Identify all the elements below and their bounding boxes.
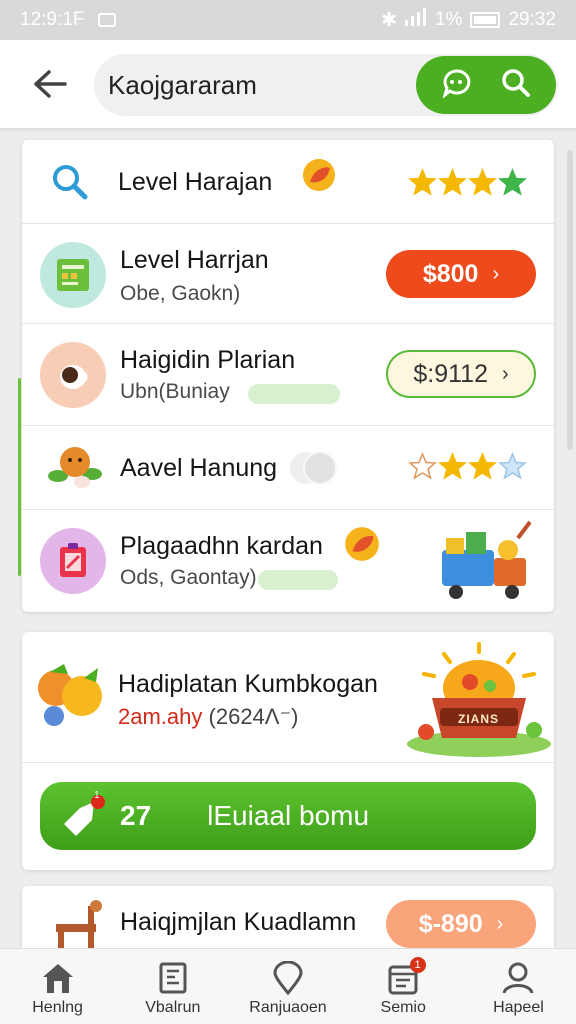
list-item[interactable]: Aavel Hanung: [22, 426, 554, 510]
bonus-count: 27: [120, 800, 152, 831]
dog-avatar-icon: [48, 447, 102, 488]
coffee-cup-icon: [60, 365, 88, 389]
scroll-indicator: [18, 378, 21, 576]
list-item-title: Level Harajan: [118, 168, 273, 196]
star-icon: [468, 452, 497, 480]
chat-bubble-icon: [442, 68, 471, 99]
nav-item-book[interactable]: Vbalrun: [115, 949, 230, 1024]
list-item[interactable]: Level Harajan: [22, 140, 554, 224]
bonus-button[interactable]: 1 27 lEuiaal bomu: [40, 782, 536, 850]
nav-badge: 1: [409, 957, 426, 973]
nav-label: Semio: [380, 999, 426, 1016]
arrow-left-icon: [34, 70, 67, 98]
promo-date: 2am.ahy: [118, 704, 203, 729]
fruit-basket-illustration: [407, 642, 551, 757]
star-icon: [498, 168, 527, 196]
nav-item-calendar[interactable]: 1 Semio: [346, 949, 461, 1024]
nav-item-location[interactable]: Ranjuaoen: [230, 949, 345, 1024]
list-item[interactable]: Plagaadhn kardan Ods, Gaontay): [22, 510, 554, 612]
price-button[interactable]: $-890 ›: [386, 900, 536, 948]
status-clock: 29:32: [508, 9, 556, 30]
book-icon: [159, 962, 187, 994]
promo-title: Hadiplatan Kumbkogan: [118, 670, 378, 698]
star-icon: [468, 168, 497, 196]
price-button[interactable]: $800 ›: [386, 250, 536, 298]
home-icon: [42, 964, 73, 993]
search-icon: [53, 165, 88, 200]
megaphone-icon: [64, 795, 105, 836]
nav-item-home[interactable]: Henlng: [0, 949, 115, 1024]
price-button[interactable]: $:9112 ›: [386, 350, 536, 398]
nav-item-profile[interactable]: Hapeel: [461, 949, 576, 1024]
bonus-label: lEuiaal bomu: [207, 800, 370, 831]
bottom-nav: Henlng Vbalrun Ranjuaoen 1 Semio Hapeel: [0, 948, 576, 1024]
search-icon: [502, 68, 530, 97]
location-icon: [273, 961, 303, 995]
list-item-subtitle: Obe, Gaokn): [120, 282, 241, 305]
avatar: [40, 242, 106, 308]
search-input[interactable]: [108, 54, 408, 116]
search-bar: [94, 54, 558, 116]
chevron-right-icon: ›: [492, 262, 500, 285]
search-actions: [416, 56, 556, 114]
signal-icon: [404, 8, 427, 32]
price-label: $800: [422, 259, 479, 288]
rating-stars: [408, 452, 527, 481]
avatar: [40, 528, 106, 594]
notification-icon: [98, 13, 117, 27]
price-label: $-890: [418, 909, 483, 938]
search-button[interactable]: [501, 68, 531, 103]
list-item-subtitle: Ubn(Buniay: [120, 380, 230, 403]
list-item-title: Aavel Hanung: [120, 454, 278, 482]
avatar: [40, 342, 106, 408]
toggle-icon: [290, 451, 337, 485]
nav-label: Vbalrun: [145, 999, 201, 1016]
star-icon: [438, 452, 467, 480]
basket-label: ZIANS: [458, 712, 499, 726]
star-icon: [438, 168, 467, 196]
fruit-icon: [38, 664, 102, 726]
promo-year: (2624Λ⁻): [208, 704, 299, 729]
star-icon: [408, 168, 437, 196]
battery-icon: [470, 12, 501, 28]
chart-board-icon: [57, 259, 89, 291]
profile-icon: [502, 962, 534, 994]
list-item-subtitle: Ods, Gaontay): [120, 566, 257, 589]
rating-stars: [408, 168, 527, 197]
list-item[interactable]: Haigidin Plarian Ubn(Buniay $:9112 ›: [22, 324, 554, 426]
nav-label: Ranjuaoen: [249, 999, 327, 1016]
list-item-title: Haiqjmjlan Kuadlamn: [120, 908, 357, 936]
nav-label: Henlng: [32, 999, 83, 1016]
list-item-title: Haigidin Plarian: [120, 346, 296, 374]
leaf-badge-icon: [345, 527, 379, 561]
scrollbar[interactable]: [567, 150, 573, 450]
bluetooth-icon: ✱: [381, 9, 397, 31]
star-icon: [408, 452, 437, 480]
leaf-badge-icon: [303, 159, 335, 191]
results-card: Level Harajan Level Harrjan Obe, Gaokn) …: [22, 140, 554, 612]
badge-count: 1: [94, 790, 100, 801]
voice-chat-button[interactable]: [441, 68, 471, 103]
battery-percent: 1%: [434, 9, 463, 30]
list-item-title: Plagaadhn kardan: [120, 532, 323, 560]
star-icon: [498, 452, 527, 480]
promo-subtitle: 2am.ahy (2624Λ⁻): [118, 704, 298, 730]
top-bar: [0, 40, 576, 128]
nav-label: Hapeel: [493, 999, 544, 1016]
chevron-right-icon: ›: [496, 912, 504, 935]
list-item[interactable]: Level Harrjan Obe, Gaokn) $800 ›: [22, 224, 554, 324]
chevron-right-icon: ›: [501, 362, 509, 385]
list-item-title: Level Harrjan: [120, 246, 269, 274]
progress-placeholder: [258, 570, 338, 590]
status-time: 12:9:1F: [20, 9, 85, 30]
status-bar: 12:9:1F ✱ 1% 29:32: [0, 0, 576, 40]
divider: [22, 762, 554, 763]
progress-placeholder: [248, 384, 340, 404]
promo-card[interactable]: Hadiplatan Kumbkogan 2am.ahy (2624Λ⁻) ZI…: [22, 632, 554, 870]
clipboard-icon: [60, 543, 86, 577]
shopping-cart-illustration: [442, 520, 532, 599]
back-button[interactable]: [28, 62, 72, 106]
price-label: $:9112: [413, 359, 488, 388]
